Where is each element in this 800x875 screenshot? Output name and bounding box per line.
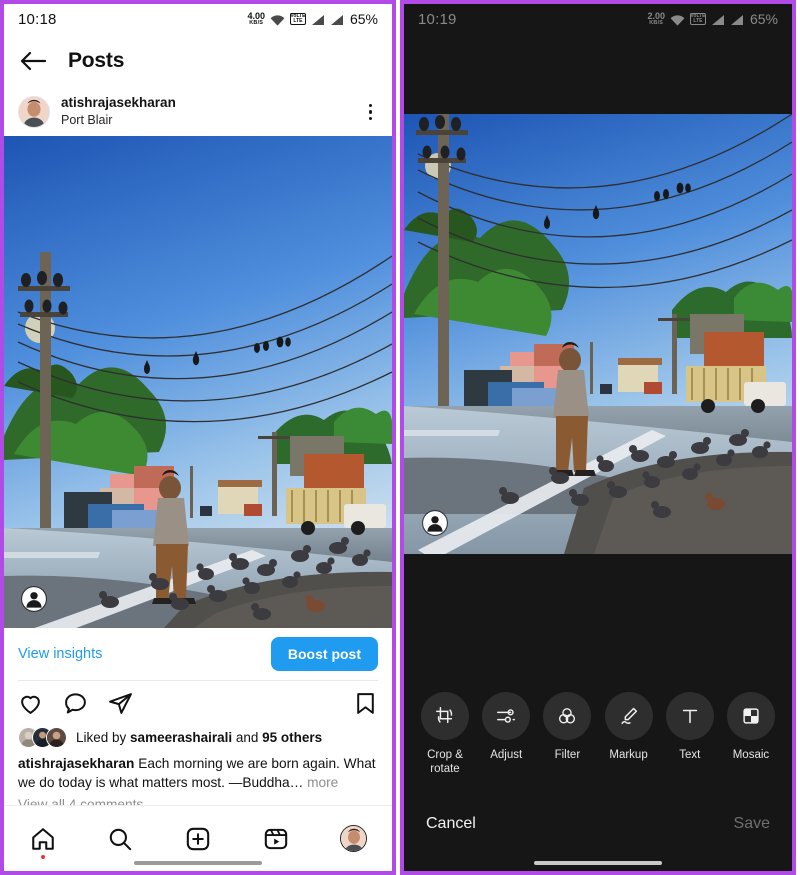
caption-more-link[interactable]: more xyxy=(307,775,338,790)
nav-home[interactable] xyxy=(4,816,82,862)
left-phone-frame: 10:18 4.00 KB/S VoLTE LTE 65% Posts atis… xyxy=(0,0,396,875)
tool-label: Crop & rotate xyxy=(427,749,463,776)
crop-rotate-icon xyxy=(421,692,469,740)
wifi-icon xyxy=(670,14,685,26)
liked-by-prefix: Liked by xyxy=(76,730,131,745)
post-photo-image xyxy=(4,136,392,628)
insights-row: View insights Boost post xyxy=(4,628,392,680)
post-actions-row xyxy=(4,681,392,725)
save-button[interactable]: Save xyxy=(734,815,770,833)
author-username[interactable]: atishrajasekharan xyxy=(61,95,176,112)
tool-adjust[interactable]: Adjust xyxy=(477,692,535,777)
tool-crop-rotate[interactable]: Crop & rotate xyxy=(416,692,474,777)
network-speed-indicator: 2.00 KB/S xyxy=(647,11,665,27)
tool-markup[interactable]: Markup xyxy=(600,692,658,777)
liked-by-row: Liked by sameerashairali and 95 others xyxy=(4,725,392,748)
comment-bubble-icon[interactable] xyxy=(63,691,88,716)
volte-label-bottom: LTE xyxy=(693,18,703,24)
status-time: 10:19 xyxy=(418,10,457,28)
signal-bars-icon-2 xyxy=(730,13,744,25)
post-caption: atishrajasekharan Each morning we are bo… xyxy=(4,748,392,793)
volte-icon: VoLTE LTE xyxy=(289,13,306,25)
home-indicator xyxy=(534,861,662,865)
volte-label-bottom: LTE xyxy=(293,18,303,24)
view-insights-link[interactable]: View insights xyxy=(18,646,102,662)
editor-tools: Crop & rotate Adjust Filter Markup Text … xyxy=(404,692,792,777)
posts-header: Posts xyxy=(4,34,392,88)
volte-icon: VoLTE LTE xyxy=(689,13,706,25)
plus-square-icon xyxy=(186,827,210,850)
battery-percent: 65% xyxy=(349,11,378,27)
notification-dot xyxy=(40,854,45,859)
tool-filter[interactable]: Filter xyxy=(538,692,596,777)
network-speed-unit: KB/S xyxy=(249,19,264,26)
share-paperplane-icon[interactable] xyxy=(108,691,133,716)
liked-by-text: Liked by sameerashairali and 95 others xyxy=(76,730,322,745)
tool-label: Adjust xyxy=(490,749,523,761)
nav-reels[interactable] xyxy=(237,816,315,862)
nav-create[interactable] xyxy=(159,816,237,862)
editing-photo-image xyxy=(404,114,792,554)
author-text: atishrajasekharan Port Blair xyxy=(61,95,176,128)
nav-profile[interactable] xyxy=(314,816,392,862)
kebab-menu-icon[interactable] xyxy=(363,98,379,127)
post-photo[interactable] xyxy=(4,136,392,628)
tool-label: Markup xyxy=(609,749,648,761)
caption-username[interactable]: atishrajasekharan xyxy=(18,756,134,771)
signal-bars-icon xyxy=(311,13,325,25)
liked-by-others[interactable]: 95 others xyxy=(262,730,322,745)
cancel-button[interactable]: Cancel xyxy=(426,815,476,833)
tool-label: Mosaic xyxy=(732,749,770,761)
person-tag-icon[interactable] xyxy=(21,586,47,612)
network-speed-indicator: 4.00 KB/S xyxy=(247,11,265,27)
liked-by-username[interactable]: sameerashairali xyxy=(130,730,232,745)
comparison-screenshot: 10:18 4.00 KB/S VoLTE LTE 65% Posts atis… xyxy=(0,0,800,875)
boost-post-button[interactable]: Boost post xyxy=(270,637,378,671)
status-bar: 10:18 4.00 KB/S VoLTE LTE 65% xyxy=(4,4,392,34)
editing-photo[interactable] xyxy=(404,114,792,554)
home-indicator xyxy=(134,861,262,865)
post-author-row: atishrajasekharan Port Blair xyxy=(4,88,392,136)
right-phone-frame: 10:19 2.00 KB/S VoLTE LTE 65% Crop & rot… xyxy=(400,0,796,875)
person-tag-icon[interactable] xyxy=(422,510,448,536)
tool-label: Text xyxy=(679,749,701,761)
avatar xyxy=(46,727,67,748)
filter-circles-icon xyxy=(543,692,592,740)
status-bar: 10:19 2.00 KB/S VoLTE LTE 65% xyxy=(404,4,792,34)
back-arrow-icon[interactable] xyxy=(20,50,47,72)
signal-bars-icon xyxy=(711,13,725,25)
heart-icon[interactable] xyxy=(18,691,43,716)
profile-avatar-icon xyxy=(339,825,367,852)
sliders-icon xyxy=(482,692,531,740)
liked-by-avatars xyxy=(18,727,67,748)
avatar[interactable] xyxy=(18,96,50,128)
pen-markup-icon xyxy=(604,692,653,740)
photo-editor-screen: 10:19 2.00 KB/S VoLTE LTE 65% Crop & rot… xyxy=(404,4,792,871)
home-icon xyxy=(32,827,54,850)
tool-label: Filter xyxy=(554,749,581,761)
bottom-navigation xyxy=(4,805,392,871)
network-speed-unit: KB/S xyxy=(649,19,664,26)
tool-mosaic[interactable]: Mosaic xyxy=(722,692,780,777)
bookmark-icon[interactable] xyxy=(353,691,378,716)
tool-text[interactable]: Text xyxy=(661,692,719,777)
editor-action-bar: Cancel Save xyxy=(404,802,792,846)
status-icons: 4.00 KB/S VoLTE LTE 65% xyxy=(247,11,378,27)
page-title: Posts xyxy=(68,49,125,72)
reels-icon xyxy=(264,828,287,849)
status-icons: 2.00 KB/S VoLTE LTE 65% xyxy=(647,11,778,27)
status-time: 10:18 xyxy=(18,10,57,28)
author-location[interactable]: Port Blair xyxy=(61,112,176,128)
nav-search[interactable] xyxy=(82,816,160,862)
text-t-icon xyxy=(665,692,714,740)
instagram-post-screen: 10:18 4.00 KB/S VoLTE LTE 65% Posts atis… xyxy=(4,4,392,871)
liked-by-middle: and xyxy=(232,730,263,745)
search-icon xyxy=(110,828,132,850)
battery-percent: 65% xyxy=(749,11,778,27)
mosaic-icon xyxy=(726,692,775,740)
signal-bars-icon-2 xyxy=(330,13,344,25)
wifi-icon xyxy=(270,14,285,26)
